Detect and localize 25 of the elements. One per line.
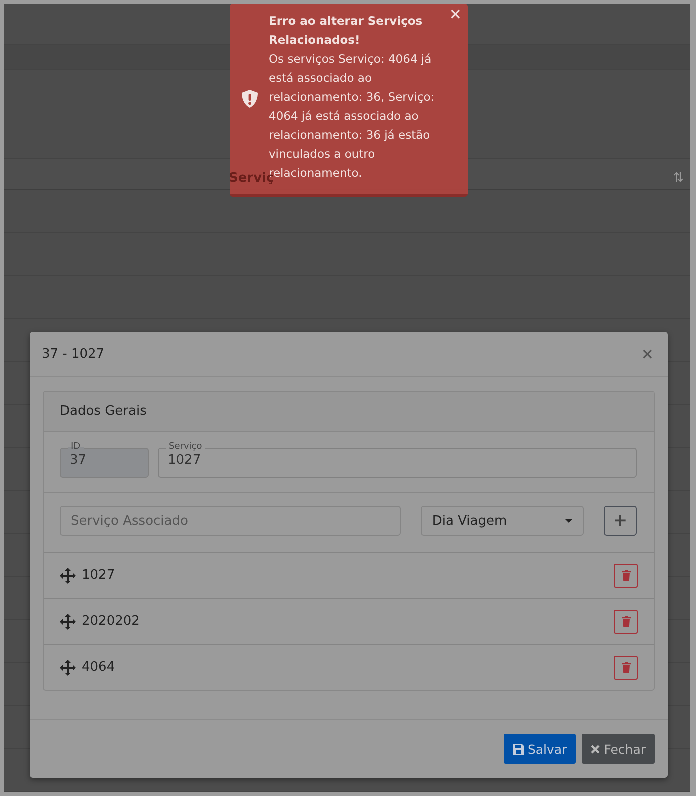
service-item: 4064 xyxy=(82,660,116,675)
dropdown[interactable]: Dia Viagem xyxy=(421,506,584,536)
save-icon xyxy=(512,744,524,754)
close-button[interactable]: Fechar xyxy=(582,734,655,764)
field-label: Serviço xyxy=(166,441,206,453)
close-icon[interactable]: × xyxy=(449,5,462,23)
modal-title: 37 - 1027 xyxy=(42,346,105,362)
shield-alert-icon xyxy=(242,90,258,108)
save-button[interactable]: Salvar xyxy=(504,734,576,764)
service-item: 2020202 xyxy=(82,614,141,629)
trash-icon xyxy=(622,616,630,627)
service-item: 1027 xyxy=(82,568,116,583)
input-field[interactable]: Serviço Associado xyxy=(60,506,402,536)
caret-icon xyxy=(565,519,574,523)
trash-icon xyxy=(622,570,630,581)
add-button[interactable]: + xyxy=(604,506,637,536)
sort-icon[interactable]: ⇅ xyxy=(673,171,684,186)
toast-title: Erro ao alterar Serviços Relacionados! xyxy=(269,13,424,49)
move-icon[interactable] xyxy=(60,614,76,630)
panel-title: Dados Gerais xyxy=(60,404,147,419)
move-icon[interactable] xyxy=(60,660,76,676)
move-icon[interactable] xyxy=(60,568,76,584)
close-icon xyxy=(591,744,600,754)
close-icon[interactable]: × xyxy=(641,345,654,363)
trash-icon xyxy=(622,662,630,673)
